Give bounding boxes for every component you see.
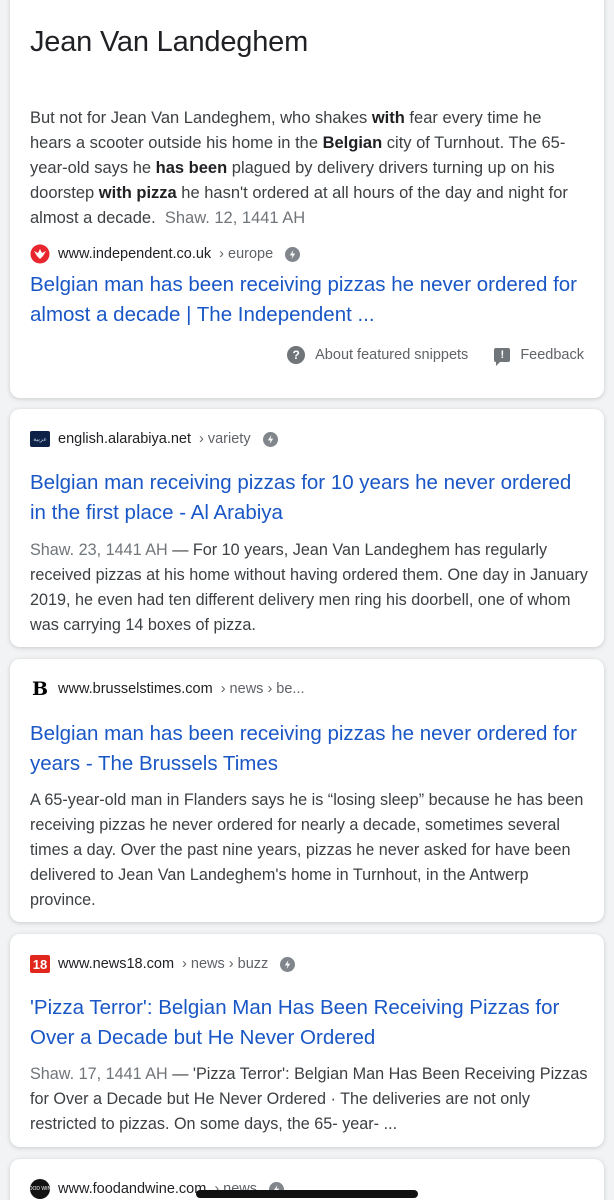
featured-snippet-footer: ? About featured snippets ! Feedback: [287, 346, 584, 366]
result-title-link[interactable]: Belgian man has been receiving pizzas he…: [30, 719, 590, 778]
source-domain: www.news18.com: [58, 956, 175, 972]
search-result-card: B www.brusselstimes.com › news › be... B…: [10, 659, 604, 922]
source-breadcrumb: › europe: [219, 246, 274, 262]
featured-snippet-text: But not for Jean Van Landeghem, who shak…: [30, 109, 568, 227]
alarabiya-icon: ﻋﺮﺑﻴﺔ: [30, 429, 50, 449]
result-source[interactable]: 18 www.news18.com › news › buzz: [30, 954, 296, 974]
home-indicator[interactable]: [196, 1190, 418, 1198]
feedback-label: Feedback: [520, 347, 584, 363]
feedback-button[interactable]: ! Feedback: [494, 347, 584, 366]
result-description: Shaw. 23, 1441 AH — For 10 years, Jean V…: [30, 541, 588, 634]
result-title-link[interactable]: Belgian man receiving pizzas for 10 year…: [30, 468, 590, 527]
amp-lightning-icon: [285, 246, 301, 262]
news18-icon: 18: [30, 954, 50, 974]
source-breadcrumb: › news › buzz: [182, 956, 269, 972]
feedback-icon: !: [494, 348, 511, 366]
result-source[interactable]: ﻋﺮﺑﻴﺔ english.alarabiya.net › variety: [30, 429, 278, 449]
result-description: Shaw. 17, 1441 AH — 'Pizza Terror': Belg…: [30, 1065, 588, 1133]
search-result-card: 18 www.news18.com › news › buzz 'Pizza T…: [10, 934, 604, 1147]
result-source[interactable]: B www.brusselstimes.com › news › be...: [30, 678, 305, 700]
source-domain: www.foodandwine.com: [58, 1181, 207, 1197]
featured-snippet-card: Jean Van Landeghem But not for Jean Van …: [10, 0, 604, 398]
result-date: Shaw. 17, 1441 AH: [30, 1065, 168, 1083]
source-domain: www.independent.co.uk: [58, 246, 212, 262]
independent-eagle-icon: [30, 244, 50, 264]
help-question-icon: ?: [287, 346, 306, 364]
source-domain: www.brusselstimes.com: [58, 681, 213, 697]
source-breadcrumb: › variety: [199, 431, 251, 447]
featured-result-link[interactable]: Belgian man has been receiving pizzas he…: [30, 270, 590, 329]
brussels-times-icon: B: [31, 678, 49, 700]
search-result-card: ﻋﺮﺑﻴﺔ english.alarabiya.net › variety Be…: [10, 409, 604, 647]
amp-lightning-icon: [280, 956, 296, 972]
featured-snippet-title: Jean Van Landeghem: [30, 26, 309, 58]
result-description: A 65-year-old man in Flanders says he is…: [30, 791, 584, 909]
about-featured-snippets-button[interactable]: ? About featured snippets: [287, 346, 468, 364]
source-breadcrumb: › news › be...: [220, 681, 305, 697]
food-and-wine-icon: FOOD WINE: [26, 1179, 54, 1199]
source-domain: english.alarabiya.net: [58, 431, 192, 447]
result-source[interactable]: www.independent.co.uk › europe: [30, 244, 301, 264]
result-date: Shaw. 23, 1441 AH: [30, 541, 168, 559]
snippet-date: Shaw. 12, 1441 AH: [164, 209, 306, 227]
about-label: About featured snippets: [315, 347, 469, 363]
result-title-link[interactable]: 'Pizza Terror': Belgian Man Has Been Rec…: [30, 993, 590, 1052]
amp-lightning-icon: [262, 431, 278, 447]
